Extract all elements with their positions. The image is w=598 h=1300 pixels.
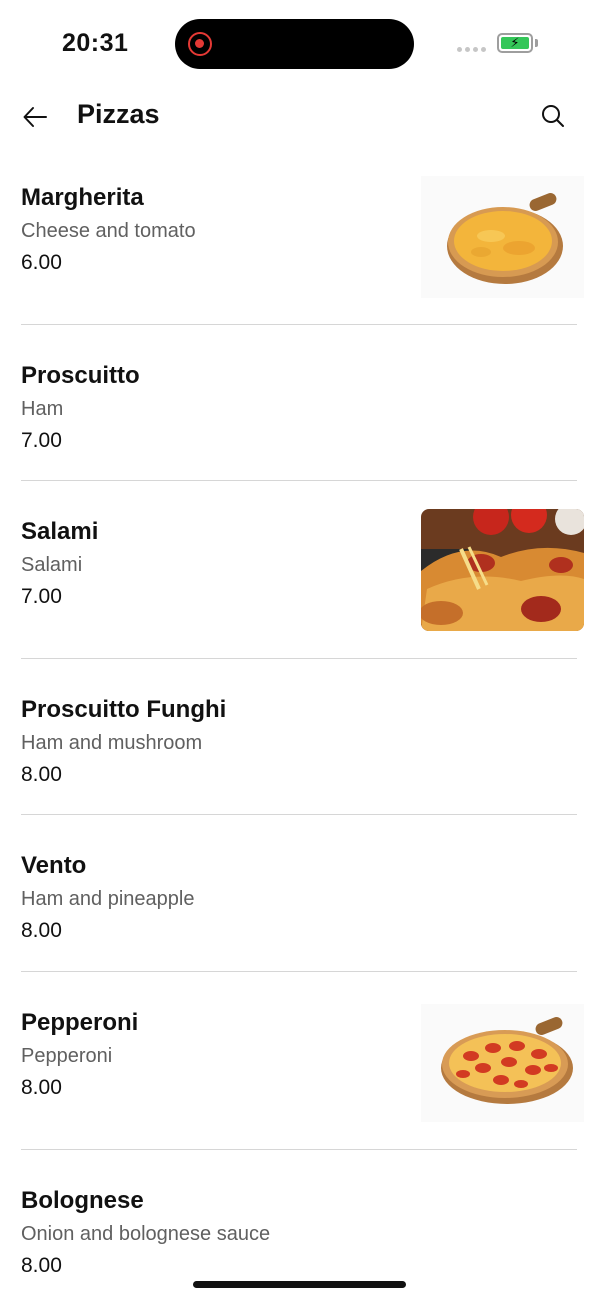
back-button[interactable] [14, 96, 56, 138]
recording-icon [188, 32, 212, 56]
item-name: Bolognese [21, 1187, 144, 1214]
arrow-left-icon [23, 107, 47, 127]
item-description: Pepperoni [21, 1045, 113, 1067]
item-name: Pepperoni [21, 1009, 139, 1036]
pizza-salami-photo [421, 509, 584, 631]
pizza-pepperoni-image [421, 1004, 584, 1122]
item-name: Proscuitto [21, 362, 140, 389]
item-name: Vento [21, 852, 87, 879]
list-item[interactable]: Pepperoni Pepperoni 8.00 [21, 972, 584, 1150]
item-name: Salami [21, 518, 99, 545]
battery-tip [535, 39, 538, 47]
item-name: Margherita [21, 184, 144, 211]
list-item[interactable]: Margherita Cheese and tomato 6.00 [21, 152, 584, 325]
app-bar: Pizzas [0, 86, 598, 152]
item-description: Ham [21, 398, 64, 420]
item-price: 7.00 [21, 585, 62, 608]
item-price: 8.00 [21, 919, 62, 942]
pizza-menu-screen: 20:31 ⚡ Pizzas Margherita Cheese and tom… [0, 0, 598, 1300]
item-description: Cheese and tomato [21, 220, 196, 242]
pizza-margherita-image [421, 176, 584, 298]
charging-bolt-icon: ⚡ [510, 35, 520, 51]
list-item[interactable]: Proscuitto Ham 7.00 [21, 325, 577, 481]
signal-icon [457, 47, 486, 52]
item-description: Onion and bolognese sauce [21, 1223, 271, 1245]
list-item[interactable]: Salami Salami 7.00 [21, 481, 584, 659]
item-name: Proscuitto Funghi [21, 696, 227, 723]
item-price: 6.00 [21, 251, 62, 274]
search-button[interactable] [532, 95, 574, 137]
item-description: Ham and pineapple [21, 888, 195, 910]
page-title: Pizzas [77, 99, 160, 129]
battery-icon: ⚡ [497, 33, 533, 53]
item-price: 7.00 [21, 429, 62, 452]
item-description: Ham and mushroom [21, 732, 203, 754]
dynamic-island [175, 19, 414, 69]
item-description: Salami [21, 554, 83, 576]
item-price: 8.00 [21, 1076, 62, 1099]
list-item[interactable]: Bolognese Onion and bolognese sauce 8.00 [21, 1150, 577, 1300]
item-price: 8.00 [21, 763, 62, 786]
item-price: 8.00 [21, 1254, 62, 1277]
list-item[interactable]: Vento Ham and pineapple 8.00 [21, 815, 577, 972]
home-indicator[interactable] [193, 1281, 406, 1288]
pizza-list: Margherita Cheese and tomato 6.00 Proscu… [0, 152, 598, 1300]
status-bar: 20:31 ⚡ [0, 0, 598, 86]
status-time: 20:31 [62, 29, 129, 57]
list-item[interactable]: Proscuitto Funghi Ham and mushroom 8.00 [21, 659, 577, 815]
search-icon [542, 105, 564, 127]
